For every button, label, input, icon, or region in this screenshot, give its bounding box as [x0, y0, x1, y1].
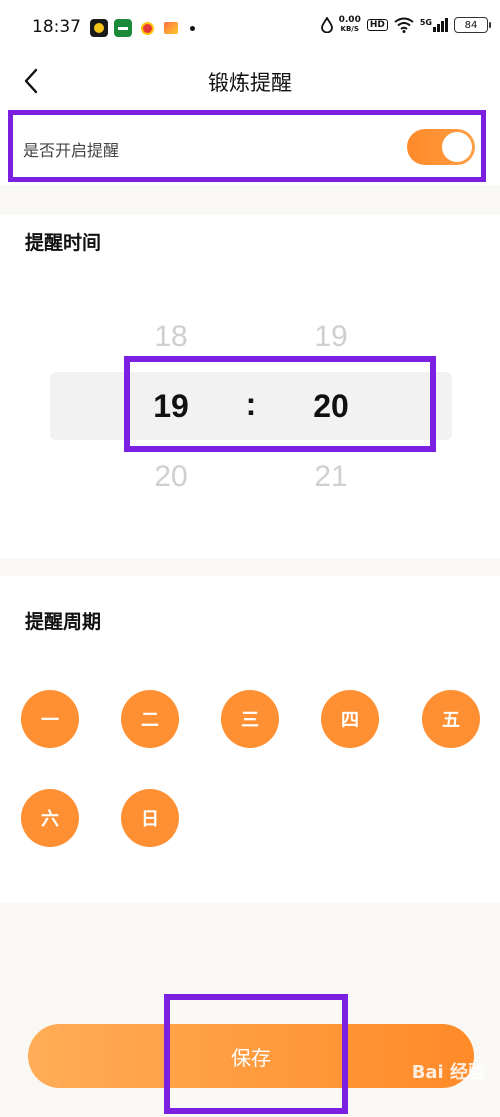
battery-level: 84: [464, 19, 478, 31]
minute-option-prev[interactable]: 19: [291, 320, 371, 354]
reminder-time-title: 提醒时间: [25, 232, 102, 254]
hd-badge: HD: [366, 19, 388, 31]
battery-icon: 84: [454, 17, 491, 33]
day-button-wed[interactable]: 三: [221, 690, 279, 748]
reminder-toggle-row: 是否开启提醒: [8, 110, 486, 182]
status-time: 18:37: [32, 17, 81, 37]
notification-icons: [90, 19, 195, 37]
reminder-toggle-label: 是否开启提醒: [23, 141, 120, 160]
network-speed: 0.00 KB/S: [339, 16, 361, 34]
signal-type: 5G: [419, 18, 432, 27]
status-bar: 18:37 0.00 KB/S HD 5G 84: [0, 0, 500, 56]
network-speed-value: 0.00: [338, 15, 361, 25]
nav-bar: 锻炼提醒: [0, 56, 500, 106]
more-notifications-icon: [190, 25, 195, 31]
data-saver-icon: [320, 17, 333, 33]
day-button-thu[interactable]: 四: [321, 690, 379, 748]
watermark: Bai 经验: [411, 1062, 486, 1083]
page-title: 锻炼提醒: [208, 71, 292, 95]
day-button-mon[interactable]: 一: [21, 690, 79, 748]
hour-option-next[interactable]: 20: [131, 460, 211, 494]
reminder-switch[interactable]: [407, 129, 475, 165]
save-button-highlight: [164, 994, 348, 1114]
app-notification-icon: [90, 19, 108, 37]
switch-knob: [442, 132, 472, 162]
cell-signal-icon: 5G: [420, 18, 448, 32]
app-notification-icon: [162, 19, 180, 37]
day-button-sun[interactable]: 日: [121, 789, 179, 847]
minute-option-next[interactable]: 21: [291, 460, 371, 494]
day-button-sat[interactable]: 六: [21, 789, 79, 847]
section-divider: [0, 185, 500, 215]
hour-option-prev[interactable]: 18: [131, 320, 211, 354]
section-divider: [0, 558, 500, 576]
day-button-fri[interactable]: 五: [422, 690, 480, 748]
status-indicators: 0.00 KB/S HD 5G 84: [320, 16, 491, 34]
app-notification-icon: [114, 19, 132, 37]
reminder-cycle-title: 提醒周期: [25, 611, 102, 633]
day-button-tue[interactable]: 二: [121, 690, 179, 748]
time-picker-highlight: [124, 356, 436, 452]
wifi-icon: [394, 17, 414, 33]
app-notification-icon: [138, 19, 156, 37]
network-speed-unit: KB/S: [340, 25, 359, 33]
